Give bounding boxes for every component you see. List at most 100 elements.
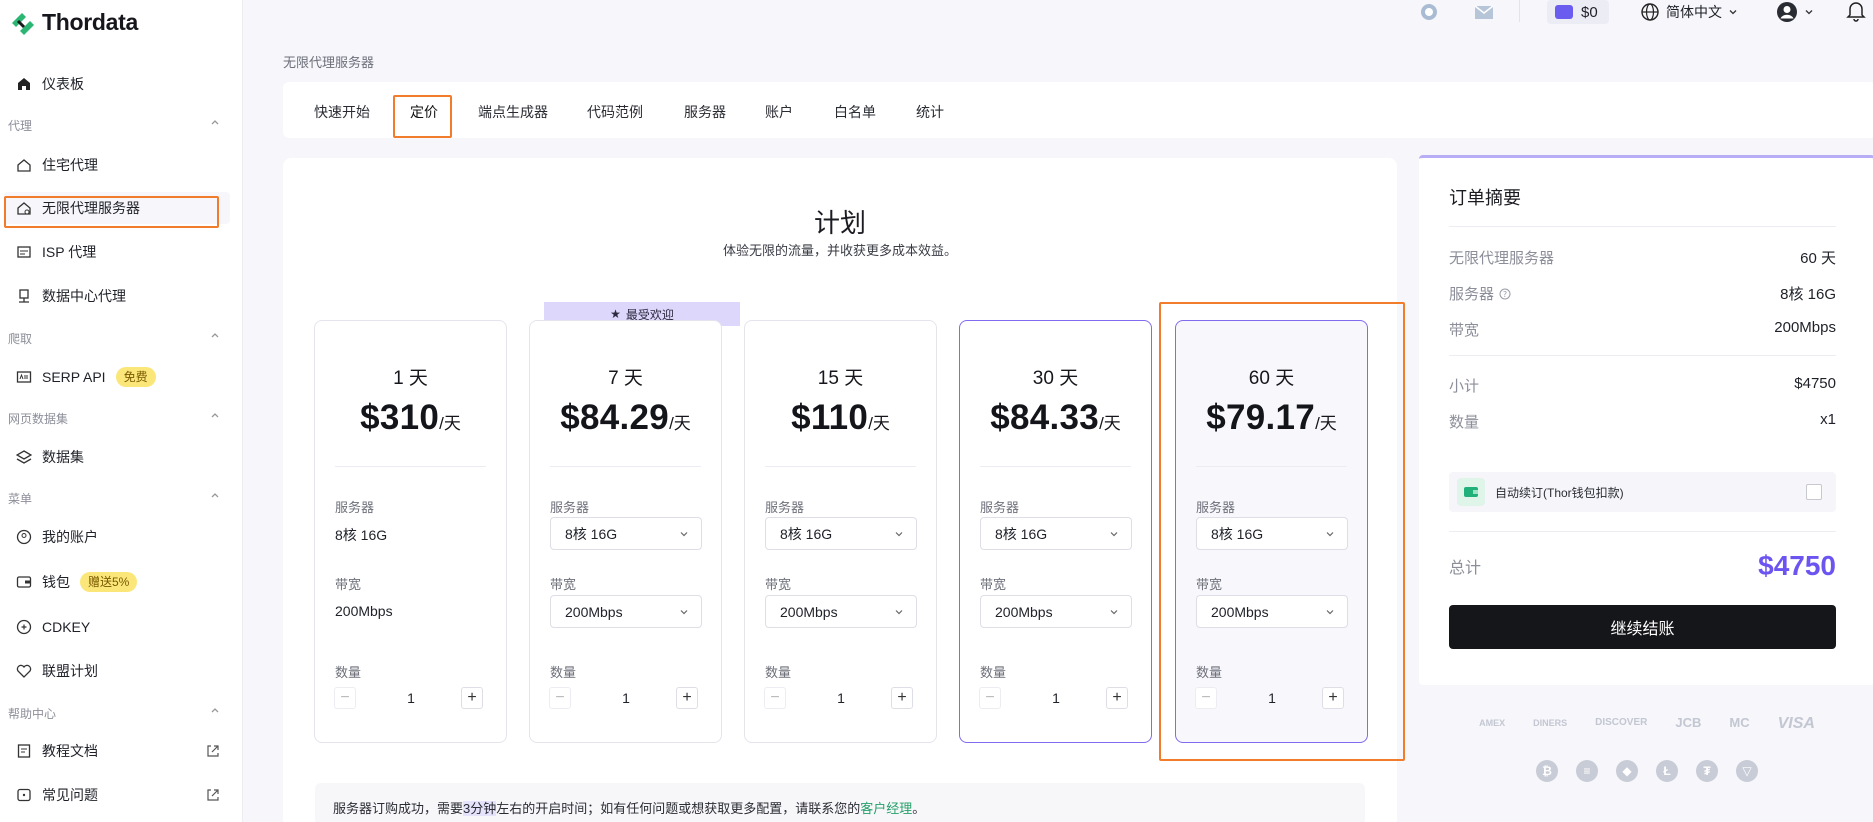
tab-account[interactable]: 账户 [765,102,793,122]
row-key: 无限代理服务器 [1449,250,1555,267]
sidebar-item-label: SERP API [42,369,106,385]
tab-quickstart[interactable]: 快速开始 [314,102,370,122]
sidebar-item-account[interactable]: 我的账户 [4,521,230,553]
checkout-button[interactable]: 继续结账 [1449,605,1836,649]
api-icon [16,371,32,383]
divider [1449,355,1836,356]
house-cloud-icon [17,202,31,215]
server-select[interactable]: 8核 16G [550,517,702,550]
document-icon [17,744,31,758]
crypto-coins: ₿ ≡ ◆ Ł ₮ ▽ [1419,760,1873,782]
bandwidth-select[interactable]: 200Mbps [980,595,1132,628]
select-value: 200Mbps [995,603,1053,620]
info-icon[interactable]: ? [1499,288,1511,300]
group-menu[interactable]: 菜单 [8,490,228,507]
qty-decrement-button[interactable]: − [334,687,356,709]
server-select[interactable]: 8核 16G [765,517,917,550]
tab-pricing[interactable]: 定价 [410,102,438,122]
plan-card-15day[interactable]: 15 天 $110/天 服务器 8核 16G 带宽 200Mbps 数量 − 1… [744,320,937,743]
chevron-up-icon [211,413,219,418]
sidebar-item-label: ISP 代理 [42,244,97,260]
tab-code-examples[interactable]: 代码范例 [587,102,643,122]
price-unit: /天 [1099,414,1121,433]
qty-increment-button[interactable]: + [676,687,698,709]
tab-endpoint-generator[interactable]: 端点生成器 [478,102,548,122]
auto-renew-option[interactable]: 自动续订(Thor钱包扣款) [1449,472,1836,512]
support-icon[interactable] [1418,1,1440,23]
sidebar-item-cdkey[interactable]: CDKEY [4,611,230,643]
price-unit: /天 [868,414,890,433]
bandwidth-select[interactable]: 200Mbps [550,595,702,628]
bandwidth-select[interactable]: 200Mbps [1196,595,1348,628]
qty-increment-button[interactable]: + [1106,687,1128,709]
server-select[interactable]: 8核 16G [1196,517,1348,550]
plan-price: $84.33/天 [960,398,1151,438]
plans-subtitle: 体验无限的流量，并收获更多成本效益。 [722,243,957,258]
tab-bar: 快速开始 定价 端点生成器 代码范例 服务器 账户 白名单 统计 [283,82,1873,138]
select-value: 8核 16G [565,525,618,542]
tab-statistics[interactable]: 统计 [916,102,944,122]
litecoin-icon: Ł [1656,760,1678,782]
group-proxy[interactable]: 代理 [8,117,228,134]
sidebar-item-dashboard[interactable]: 仪表板 [4,68,230,100]
plan-duration: 30 天 [1032,368,1079,389]
plan-card-60day[interactable]: 60 天 $79.17/天 服务器 8核 16G 带宽 200Mbps 数量 −… [1175,320,1368,743]
divider [1449,531,1836,532]
sidebar-item-label: 联盟计划 [42,663,98,679]
sidebar-item-unlimited[interactable]: 无限代理服务器 [4,192,230,224]
qty-increment-button[interactable]: + [891,687,913,709]
account-manager-link[interactable]: 客户经理 [860,801,912,816]
logo[interactable]: Thordata [10,6,138,38]
select-value: 200Mbps [780,603,838,620]
group-label: 帮助中心 [8,707,57,721]
sidebar-item-isp[interactable]: ISP 代理 [4,236,230,268]
tab-whitelist[interactable]: 白名单 [834,102,876,122]
sidebar-item-wallet[interactable]: 钱包 赠送5% [4,566,230,598]
bandwidth-select[interactable]: 200Mbps [765,595,917,628]
qty-value[interactable]: 1 [1252,690,1292,706]
summary-row-quantity: 数量 x1 [1449,411,1836,432]
qty-increment-button[interactable]: + [461,687,483,709]
chevron-down-icon [1326,532,1334,537]
bandwidth-label: 带宽 [765,577,792,592]
language-selector[interactable]: 简体中文 [1640,2,1738,22]
group-help[interactable]: 帮助中心 [8,705,228,722]
plan-price: $110/天 [745,398,936,438]
sidebar-item-affiliate[interactable]: 联盟计划 [4,655,230,687]
server-icon [17,246,31,258]
svg-text:?: ? [1503,290,1507,299]
qty-value[interactable]: 1 [821,690,861,706]
summary-title: 订单摘要 [1449,188,1521,208]
sidebar-item-serp[interactable]: SERP API 免费 [4,361,230,393]
sidebar-item-label: 数据中心代理 [42,288,126,304]
qty-label: 数量 [765,665,792,680]
qty-increment-button[interactable]: + [1322,687,1344,709]
sidebar-item-datacenter[interactable]: 数据中心代理 [4,280,230,312]
order-summary: 订单摘要 无限代理服务器 60 天 服务器? 8核 16G 带宽 200Mbps 小计… [1419,155,1873,685]
sidebar-item-faq[interactable]: 常见问题 [4,779,230,811]
tab-servers[interactable]: 服务器 [684,102,726,122]
group-dataset[interactable]: 网页数据集 [8,410,228,427]
qty-decrement-button[interactable]: − [1195,687,1217,709]
sidebar-item-docs[interactable]: 教程文档 [4,735,230,767]
wallet-balance[interactable]: $0 [1547,0,1609,24]
group-scrape[interactable]: 爬取 [8,330,228,347]
qty-decrement-button[interactable]: − [764,687,786,709]
auto-renew-checkbox[interactable] [1806,484,1822,500]
plan-card-7day[interactable]: 7 天 $84.29/天 服务器 8核 16G 带宽 200Mbps 数量 − … [529,320,722,743]
qty-decrement-button[interactable]: − [979,687,1001,709]
plan-card-30day[interactable]: 30 天 $84.33/天 服务器 8核 16G 带宽 200Mbps 数量 −… [959,320,1152,743]
bell-icon[interactable] [1846,0,1866,22]
server-select[interactable]: 8核 16G [980,517,1132,550]
qty-value[interactable]: 1 [1036,690,1076,706]
chevron-up-icon [211,493,219,498]
qty-value[interactable]: 1 [391,690,431,706]
sidebar-item-datasets[interactable]: 数据集 [4,441,230,473]
qty-value[interactable]: 1 [606,690,646,706]
plan-card-1day[interactable]: 1 天 $310/天 服务器 8核 16G 带宽 200Mbps 数量 − 1 … [314,320,507,743]
mail-icon[interactable] [1473,1,1495,23]
user-menu[interactable] [1776,0,1814,24]
sidebar-item-residential[interactable]: 住宅代理 [4,149,230,181]
qty-decrement-button[interactable]: − [549,687,571,709]
row-value: $4750 [1794,375,1836,392]
